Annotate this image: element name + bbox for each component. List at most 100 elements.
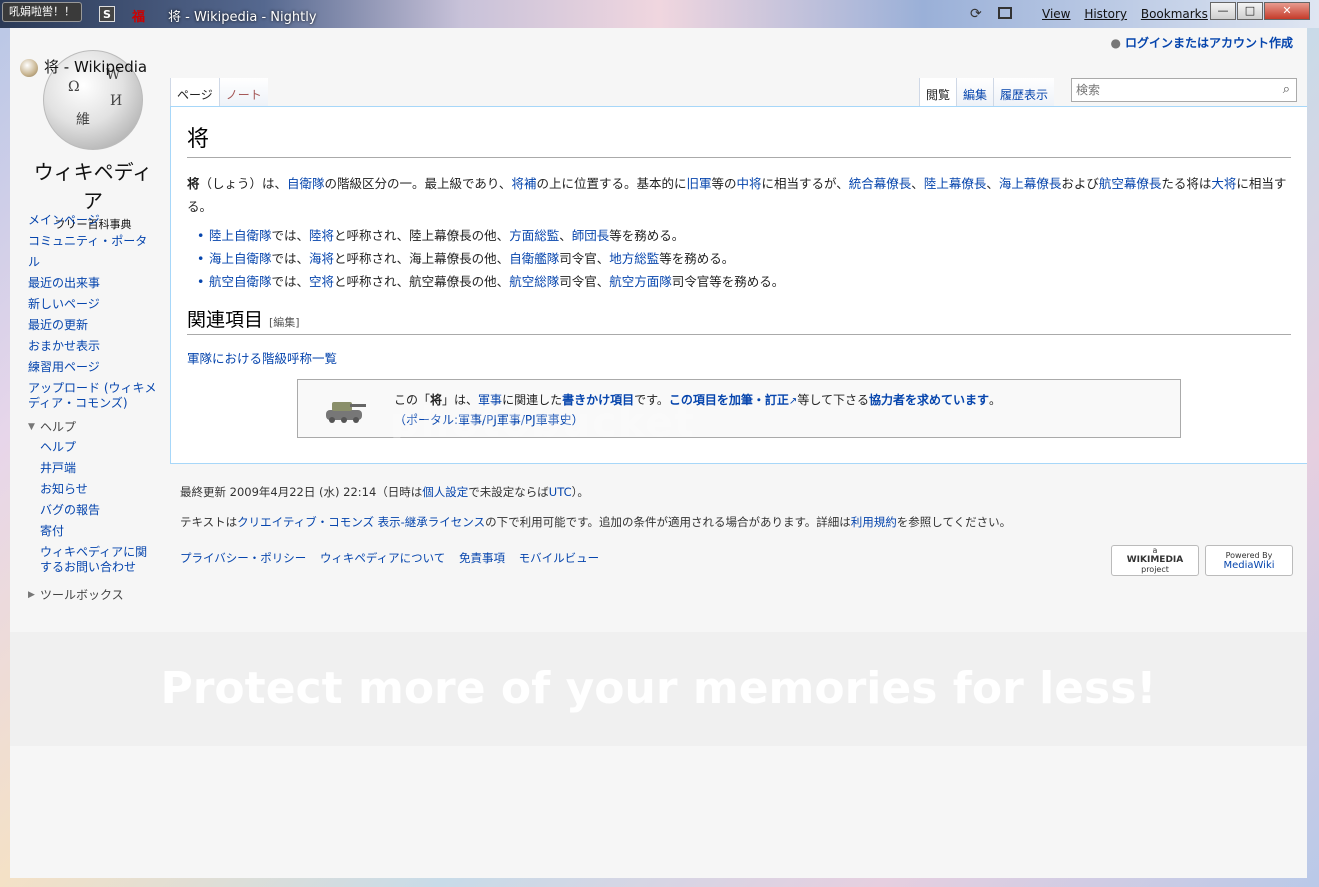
list-item: 海上自衛隊では、海将と呼称され、海上幕僚長の他、自衛艦隊司令官、地方総監等を務め… [197, 247, 1291, 270]
text: 司令官、 [559, 274, 610, 289]
text: と呼称され、海上幕僚長の他、 [334, 251, 510, 266]
sidebar-item-village-pump[interactable]: 井戸端 [40, 458, 158, 479]
link-kaijo[interactable]: 海上幕僚長 [999, 176, 1062, 191]
link-shoho[interactable]: 将補 [511, 176, 536, 191]
term-bold: 将 [187, 176, 200, 191]
link-utc[interactable]: UTC [549, 485, 572, 499]
minimize-button[interactable]: — [1210, 2, 1236, 20]
link-asdf[interactable]: 航空自衛隊 [209, 274, 272, 289]
sidebar-item-contact[interactable]: ウィキペディアに関するお問い合わせ [40, 545, 158, 575]
help-section-toggle[interactable]: ▼ ヘルプ [28, 417, 158, 437]
tab-title: 将 - Wikipedia [44, 58, 148, 76]
sidebar-item-new-pages[interactable]: 新しいページ [28, 294, 158, 315]
text: 司令官等を務める。 [671, 274, 785, 289]
text: と呼称され、航空幕僚長の他、 [334, 274, 510, 289]
link-jieikantai[interactable]: 自衛艦隊 [509, 251, 559, 266]
collapse-triangle-icon: ▼ [28, 422, 35, 432]
link-rikusho[interactable]: 陸将 [309, 228, 334, 243]
text: の上に位置する。基本的に [536, 176, 687, 191]
sidebar-item-main[interactable]: メインページ [28, 210, 158, 231]
link-gsdf[interactable]: 陸上自衛隊 [209, 228, 272, 243]
menu-bookmarks[interactable]: Bookmarks [1141, 7, 1208, 21]
search-icon[interactable]: ⌕ [1283, 82, 1290, 97]
text: ）。 [571, 485, 589, 499]
tab-edit[interactable]: 編集 [956, 78, 994, 106]
tab-page[interactable]: ページ [170, 78, 219, 106]
link-preferences[interactable]: 個人設定 [422, 485, 468, 499]
expand-triangle-icon: ▶ [28, 590, 35, 600]
footer-link-about[interactable]: ウィキペディアについて [320, 551, 445, 565]
toolbox-toggle[interactable]: ▶ ツールボックス [28, 585, 158, 605]
wikimedia-badge[interactable]: a WIKIMEDIA project [1111, 545, 1199, 576]
text: と呼称され、陸上幕僚長の他、 [334, 228, 510, 243]
section-edit-link[interactable]: [編集] [269, 316, 300, 329]
sidebar-item-help[interactable]: ヘルプ [40, 437, 158, 458]
text: たる将は [1161, 176, 1212, 191]
link-kusho[interactable]: 空将 [309, 274, 334, 289]
tab-history[interactable]: 履歴表示 [993, 78, 1055, 106]
sidebar-item-portal[interactable]: コミュニティ・ポータル [28, 231, 158, 273]
reload-icon[interactable]: ⟳ [970, 6, 982, 22]
badge-text: WIKIMEDIA [1126, 555, 1184, 565]
photobucket-banner: Protect more of your memories for less! [10, 632, 1307, 746]
link-msdf[interactable]: 海上自衛隊 [209, 251, 272, 266]
link-chujo[interactable]: 中将 [737, 176, 762, 191]
link-chiho[interactable]: 地方総監 [609, 251, 659, 266]
help-section-title: ヘルプ [40, 420, 77, 434]
text: では、 [271, 228, 310, 243]
browser-tab[interactable]: 将 - Wikipedia [20, 56, 160, 80]
link-terms[interactable]: 利用規約 [851, 515, 897, 529]
maximize-button[interactable]: □ [1237, 2, 1263, 20]
footer-link-privacy[interactable]: プライバシー・ポリシー [180, 551, 306, 565]
tab-talk[interactable]: ノート [218, 78, 268, 106]
text: では、 [271, 274, 310, 289]
footer-link-disclaimer[interactable]: 免責事項 [459, 551, 505, 565]
link-koku[interactable]: 航空幕僚長 [1099, 176, 1162, 191]
app-s-icon[interactable]: S [99, 6, 115, 22]
tab-read[interactable]: 閲覧 [919, 78, 957, 106]
link-taisho[interactable]: 大将 [1211, 176, 1236, 191]
red-glyph-icon[interactable]: 福 [132, 6, 145, 25]
last-modified: 最終更新 2009年4月22日 (水) 22:14（日時は個人設定で未設定ならば… [180, 483, 1300, 501]
grid-icon[interactable] [998, 7, 1012, 19]
text: 最終更新 2009年4月22日 (水) 22:14（日時は [180, 485, 423, 499]
sidebar-item-bug-report[interactable]: バグの報告 [40, 500, 158, 521]
sidebar-item-upload[interactable]: アップロード (ウィキメディア・コモンズ) [28, 381, 158, 411]
login-link[interactable]: ログインまたはアカウント作成 [1125, 36, 1293, 50]
link-shidan[interactable]: 師団長 [572, 228, 610, 243]
link-kaisho[interactable]: 海将 [309, 251, 334, 266]
text: 、 [911, 176, 924, 191]
service-list: 陸上自衛隊では、陸将と呼称され、陸上幕僚長の他、方面総監、師団長等を務める。 海… [197, 224, 1291, 293]
license-notice: テキストはクリエイティブ・コモンズ 表示-継承ライセンスの下で利用可能です。追加… [180, 513, 1300, 531]
link-rikujo[interactable]: 陸上幕僚長 [924, 176, 987, 191]
text: 、 [559, 228, 572, 243]
menu-history[interactable]: History [1084, 7, 1127, 21]
text: 等を務める。 [609, 228, 685, 243]
sidebar-item-donate[interactable]: 寄付 [40, 521, 158, 542]
list-item: 陸上自衛隊では、陸将と呼称され、陸上幕僚長の他、方面総監、師団長等を務める。 [197, 224, 1291, 247]
sidebar-item-random[interactable]: おまかせ表示 [28, 336, 158, 357]
link-homentai[interactable]: 航空方面隊 [609, 274, 672, 289]
footer-link-mobile[interactable]: モバイルビュー [519, 551, 600, 565]
link-contributors[interactable]: 協力者を求めています [869, 393, 989, 407]
menu-bar: View History Bookmarks [1042, 7, 1218, 21]
search-input[interactable] [1072, 79, 1262, 101]
sidebar-item-news[interactable]: お知らせ [40, 479, 158, 500]
link-kyugun[interactable]: 旧軍 [686, 176, 711, 191]
menu-view[interactable]: View [1042, 7, 1070, 21]
close-button[interactable]: ✕ [1264, 2, 1310, 20]
link-sotai[interactable]: 航空総隊 [509, 274, 559, 289]
link-rank-list[interactable]: 軍隊における階級呼称一覧 [187, 351, 337, 366]
search-box: ⌕ [1071, 78, 1297, 102]
link-license[interactable]: クリエイティブ・コモンズ 表示-継承ライセンス [237, 515, 485, 529]
sidebar-item-events[interactable]: 最近の出来事 [28, 273, 158, 294]
sidebar-item-recent-changes[interactable]: 最近の更新 [28, 315, 158, 336]
link-homen[interactable]: 方面総監 [509, 228, 559, 243]
link-togo[interactable]: 統合幕僚長 [849, 176, 912, 191]
text: を参照してください。 [896, 515, 1012, 529]
link-jieitai[interactable]: 自衛隊 [287, 176, 325, 191]
text: の階級区分の一。最上級であり、 [324, 176, 512, 191]
page-title: 将 [187, 121, 1291, 158]
mediawiki-badge[interactable]: Powered By MediaWiki [1205, 545, 1293, 576]
sidebar-item-sandbox[interactable]: 練習用ページ [28, 357, 158, 378]
